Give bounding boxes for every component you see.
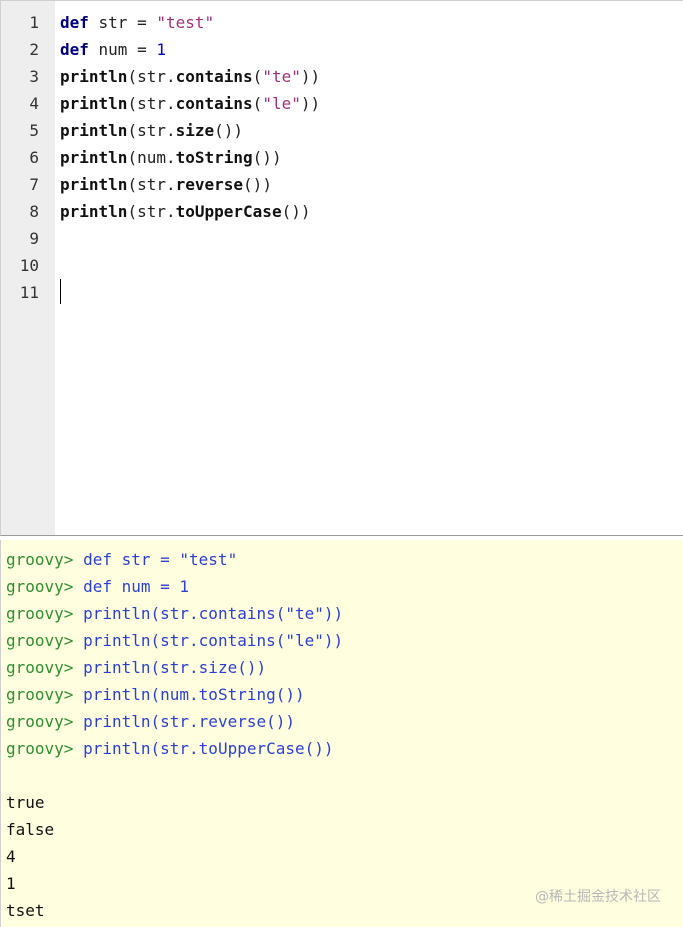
code-line[interactable]: println(str.size()) — [60, 117, 243, 144]
code-token: println — [60, 175, 128, 194]
line-number-gutter: 1 2 3 4 5 6 7 8 9 10 11 — [1, 1, 55, 535]
console-prompt: groovy> — [6, 550, 74, 569]
code-token: def — [60, 13, 89, 32]
code-token: contains — [175, 67, 253, 86]
console-command-line: groovy> println(str.size()) — [6, 654, 266, 681]
code-token: ( — [252, 94, 263, 113]
code-token: size — [175, 121, 215, 140]
console-command: println(str.size()) — [83, 658, 267, 677]
console-prompt: groovy> — [6, 631, 74, 650]
code-token: (str. — [127, 94, 176, 113]
code-token: reverse — [175, 175, 244, 194]
code-token: println — [60, 121, 128, 140]
watermark: @稀土掘金技术社区 — [535, 889, 661, 905]
console-output-pane: groovy> def str = "test" groovy> def num … — [0, 540, 683, 927]
console-prompt: groovy> — [6, 685, 74, 704]
console-command: println(str.toUpperCase()) — [83, 739, 334, 758]
console-command-line: groovy> println(str.contains("le")) — [6, 627, 343, 654]
line-number: 9 — [29, 229, 39, 248]
console-prompt: groovy> — [6, 658, 74, 677]
line-number: 3 — [29, 67, 39, 86]
code-token: println — [60, 67, 128, 86]
code-token: str = — [88, 13, 157, 32]
console-prompt: groovy> — [6, 739, 74, 758]
code-token: (num. — [127, 148, 176, 167]
code-token: "te" — [262, 67, 301, 86]
console-prompt: groovy> — [6, 604, 74, 623]
code-line[interactable]: def str = "test" — [60, 9, 214, 36]
code-token: toString — [175, 148, 253, 167]
line-number: 4 — [29, 94, 39, 113]
code-token: println — [60, 94, 128, 113]
code-token: toUpperCase — [175, 202, 282, 221]
code-token: 1 — [156, 40, 166, 59]
code-token: (str. — [127, 121, 176, 140]
console-command-line: groovy> println(num.toString()) — [6, 681, 305, 708]
text-caret — [60, 279, 61, 304]
code-token: (str. — [127, 67, 176, 86]
code-token: "test" — [156, 13, 215, 32]
code-line[interactable]: def num = 1 — [60, 36, 166, 63]
code-token: (str. — [127, 175, 176, 194]
console-output-line: 4 — [6, 847, 16, 866]
code-token: contains — [175, 94, 253, 113]
code-line[interactable]: println(str.contains("le")) — [60, 90, 320, 117]
code-token: num = — [88, 40, 157, 59]
code-token: ( — [252, 67, 263, 86]
console-command-line: groovy> println(str.toUpperCase()) — [6, 735, 334, 762]
console-command-line: groovy> println(str.contains("te")) — [6, 600, 343, 627]
code-token: ()) — [214, 121, 244, 140]
line-number: 8 — [29, 202, 39, 221]
console-command: println(str.reverse()) — [83, 712, 295, 731]
line-number: 6 — [29, 148, 39, 167]
console-command: def str = "test" — [83, 550, 238, 569]
console-command: def num = 1 — [83, 577, 190, 596]
line-number: 10 — [19, 256, 39, 275]
line-number: 11 — [19, 283, 39, 302]
code-editor[interactable]: 1 2 3 4 5 6 7 8 9 10 11 def str = "test" def num = … — [0, 0, 683, 536]
code-token: ()) — [281, 202, 311, 221]
code-token: def — [60, 40, 89, 59]
code-token: "le" — [262, 94, 301, 113]
code-line[interactable]: println(num.toString()) — [60, 144, 282, 171]
code-token: )) — [300, 67, 321, 86]
code-line[interactable]: println(str.contains("te")) — [60, 63, 320, 90]
code-token: println — [60, 202, 128, 221]
code-token: println — [60, 148, 128, 167]
code-token: )) — [300, 94, 321, 113]
code-line[interactable]: println(str.reverse()) — [60, 171, 272, 198]
console-prompt: groovy> — [6, 712, 74, 731]
console-output-line: tset — [6, 901, 45, 920]
console-command-line: groovy> println(str.reverse()) — [6, 708, 295, 735]
console-command-line: groovy> def num = 1 — [6, 573, 189, 600]
line-number: 2 — [29, 40, 39, 59]
console-output-line: true — [6, 793, 45, 812]
line-number: 7 — [29, 175, 39, 194]
code-token: ()) — [243, 175, 272, 194]
code-line[interactable]: println(str.toUpperCase()) — [60, 198, 310, 225]
console-command: println(str.contains("te")) — [83, 604, 344, 623]
console-command: println(num.toString()) — [83, 685, 305, 704]
line-number: 5 — [29, 121, 39, 140]
console-output-line: false — [6, 820, 55, 839]
console-command: println(str.contains("le")) — [83, 631, 344, 650]
code-token: ()) — [252, 148, 282, 167]
console-output-line: 1 — [6, 874, 16, 893]
console-prompt: groovy> — [6, 577, 74, 596]
code-token: (str. — [127, 202, 176, 221]
line-number: 1 — [29, 13, 39, 32]
console-command-line: groovy> def str = "test" — [6, 546, 237, 573]
